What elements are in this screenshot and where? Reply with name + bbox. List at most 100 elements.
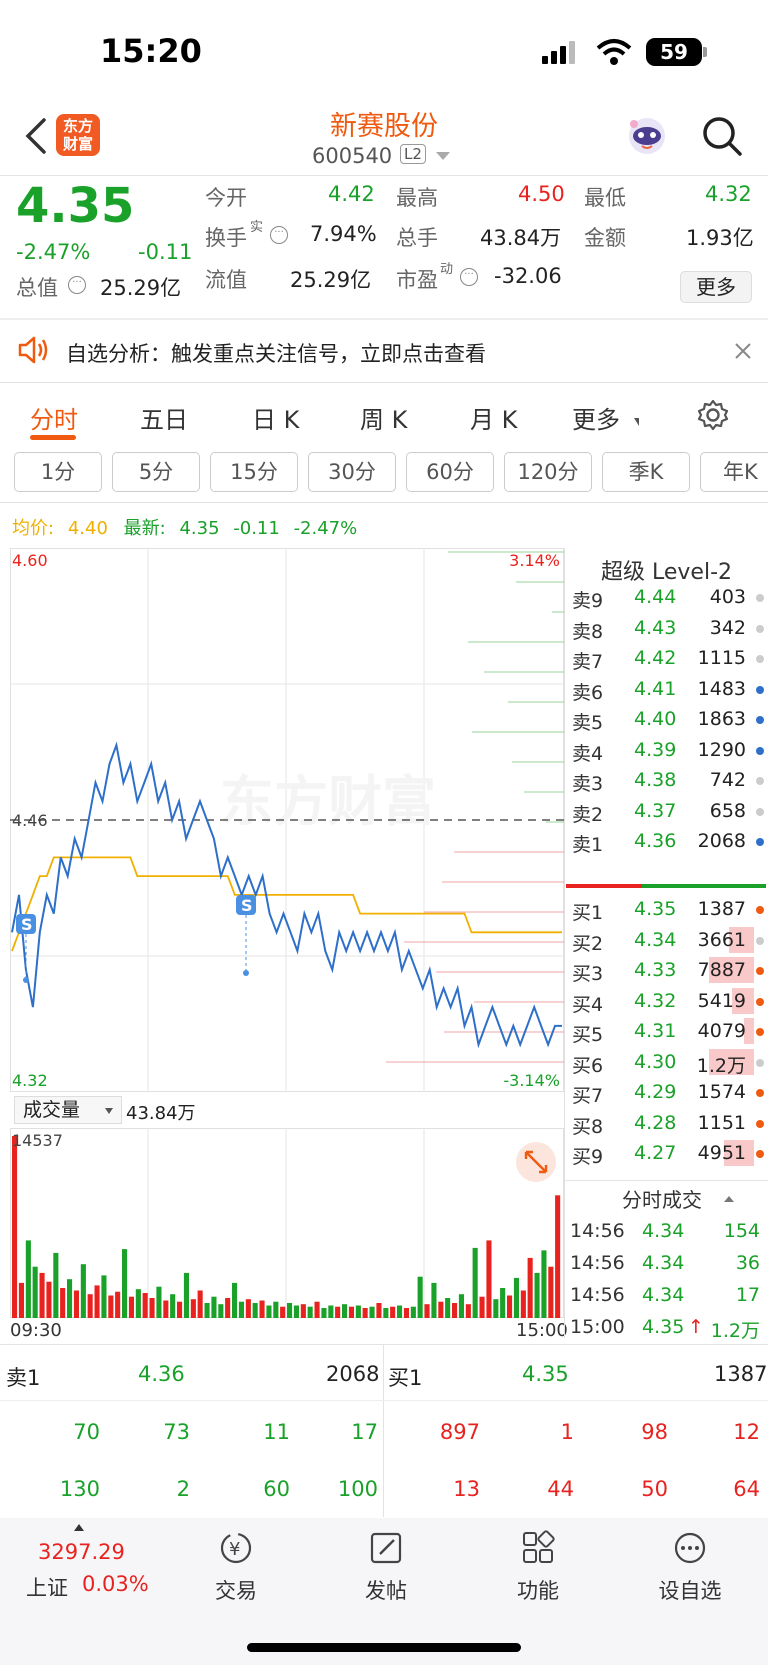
order-dot-icon: [756, 777, 764, 785]
tab-more[interactable]: 更多: [572, 400, 620, 435]
expand-chart-icon[interactable]: [516, 1142, 556, 1182]
tick-row: 14:56 4.34 36: [564, 1248, 768, 1280]
bid-level-label: 买6: [572, 1054, 604, 1077]
volume-chart[interactable]: 14537: [10, 1128, 564, 1318]
robot-assistant-icon[interactable]: [624, 114, 670, 158]
volume-bar: [410, 1306, 416, 1318]
volume-bar: [87, 1294, 93, 1318]
tick-row: 14:56 4.34 17: [564, 1280, 768, 1312]
bid-level-row[interactable]: 买8 4.28 1151: [564, 1108, 768, 1140]
bid-level-row[interactable]: 买7 4.29 1574: [564, 1077, 768, 1109]
collapse-caret-icon[interactable]: [724, 1196, 734, 1202]
tick-time: 15:00: [570, 1316, 625, 1338]
indicator-selector[interactable]: 成交量: [14, 1096, 122, 1124]
period-1min[interactable]: 1分: [14, 452, 102, 492]
close-icon[interactable]: [734, 342, 752, 360]
info-icon[interactable]: ···: [270, 226, 288, 244]
tab-weekly-k[interactable]: 周 K: [360, 400, 407, 435]
ask-level-row[interactable]: 卖5 4.40 1863: [564, 704, 768, 736]
index-value[interactable]: 3297.29: [38, 1540, 125, 1564]
ticks-title[interactable]: 分时成交: [622, 1184, 702, 1213]
tab-five-day[interactable]: 五日: [140, 400, 188, 435]
settings-gear-icon[interactable]: [696, 398, 730, 432]
summary-bid-label: 买1: [388, 1366, 423, 1390]
bid-price: 4.31: [634, 1020, 677, 1042]
queue-cell: 13: [453, 1477, 480, 1501]
volume-bar: [452, 1303, 458, 1318]
period-30min[interactable]: 30分: [308, 452, 396, 492]
bid-level-row[interactable]: 买5 4.31 4079: [564, 1016, 768, 1048]
period-quarter-k[interactable]: 季K: [602, 452, 690, 492]
divider: [0, 1400, 768, 1401]
nav-functions[interactable]: 功能: [488, 1530, 588, 1605]
volume-bar: [534, 1272, 540, 1318]
search-icon[interactable]: [700, 114, 744, 158]
ask-volume: 1115: [697, 647, 746, 669]
expand-up-icon[interactable]: [74, 1524, 84, 1531]
bid-level-row[interactable]: 买3 4.33 7887: [564, 955, 768, 987]
order-dot-icon: [756, 997, 764, 1006]
status-time: 15:20: [100, 32, 202, 70]
queue-cell: 64: [733, 1477, 760, 1501]
watermark-text: 东方财富: [220, 770, 436, 833]
more-button[interactable]: 更多: [680, 271, 752, 303]
tab-active-underline: [30, 435, 76, 440]
ask-level-label: 卖2: [572, 803, 604, 826]
period-120min[interactable]: 120分: [504, 452, 592, 492]
tab-monthly-k[interactable]: 月 K: [470, 400, 517, 435]
watchlist-alert-banner[interactable]: 自选分析：触发重点关注信号，立即点击查看: [0, 320, 768, 382]
bid-level-label: 买7: [572, 1085, 604, 1107]
bid-level-label: 买8: [572, 1115, 604, 1138]
ask-level-row[interactable]: 卖4 4.39 1290: [564, 735, 768, 767]
order-dot-icon: [756, 594, 764, 602]
period-year-k[interactable]: 年K: [700, 452, 768, 492]
ask-level-row[interactable]: 卖9 4.44 403: [564, 582, 768, 614]
low-label: 最低: [584, 186, 626, 210]
code-dropdown-caret-icon[interactable]: [436, 152, 450, 160]
ask-level-row[interactable]: 卖6 4.41 1483: [564, 674, 768, 706]
ask-level-row[interactable]: 卖8 4.43 342: [564, 613, 768, 645]
tick-time: 14:56: [570, 1284, 625, 1306]
volume-bar: [204, 1303, 210, 1318]
nav-trade[interactable]: ¥ 交易: [186, 1530, 286, 1605]
bid-level-row[interactable]: 买2 4.34 3661: [564, 925, 768, 957]
volume-bar: [431, 1282, 437, 1318]
queue-cell: 44: [547, 1477, 574, 1501]
ask-level-row[interactable]: 卖3 4.38 742: [564, 765, 768, 797]
ask-level-row[interactable]: 卖1 4.36 2068: [564, 826, 768, 858]
nav-add-watchlist[interactable]: 设自选: [640, 1530, 740, 1605]
volume-bar: [94, 1285, 100, 1318]
latest-label: 最新:: [123, 518, 166, 539]
tab-intraday[interactable]: 分时: [30, 400, 78, 435]
chart-legend: 均价: 4.40 最新: 4.35 -0.11 -2.47%: [12, 514, 357, 540]
volume-bar: [500, 1288, 506, 1318]
index-name[interactable]: 上证: [26, 1572, 68, 1602]
bid-level-label: 买1: [572, 902, 604, 924]
ask-level-row[interactable]: 卖7 4.42 1115: [564, 643, 768, 675]
order-dot-icon: [756, 906, 764, 914]
info-icon[interactable]: ···: [68, 276, 86, 294]
tab-daily-k[interactable]: 日 K: [252, 400, 299, 435]
period-15min[interactable]: 15分: [210, 452, 298, 492]
volume-bar: [197, 1290, 203, 1318]
turnover-sup: 实: [250, 220, 264, 235]
volume-bar: [232, 1282, 238, 1318]
volume-bar: [211, 1296, 217, 1318]
volume-indicator-label: 成交量: [23, 1099, 81, 1121]
intraday-price-chart[interactable]: 东方财富 S S 4.60 4.46 4.32 3.14% -3.14%: [10, 548, 564, 1092]
period-60min[interactable]: 60分: [406, 452, 494, 492]
nav-post[interactable]: 发帖: [336, 1530, 436, 1605]
bid-level-row[interactable]: 买4 4.32 5419: [564, 986, 768, 1018]
ask-level-row[interactable]: 卖2 4.37 658: [564, 796, 768, 828]
order-dot-icon: [756, 1119, 764, 1128]
high-value: 4.50: [518, 182, 565, 206]
bid-level-row[interactable]: 买1 4.35 1387: [564, 894, 768, 926]
bid-level-row[interactable]: 买6 4.30 1.2万: [564, 1047, 768, 1079]
info-icon[interactable]: ···: [460, 268, 478, 286]
bid-level-row[interactable]: 买9 4.27 4951: [564, 1138, 768, 1170]
index-pct[interactable]: 0.03%: [82, 1572, 149, 1596]
volume-bar: [273, 1301, 279, 1318]
period-5min[interactable]: 5分: [112, 452, 200, 492]
avg-label: 均价:: [12, 518, 55, 539]
float-label: 流值: [205, 268, 247, 292]
